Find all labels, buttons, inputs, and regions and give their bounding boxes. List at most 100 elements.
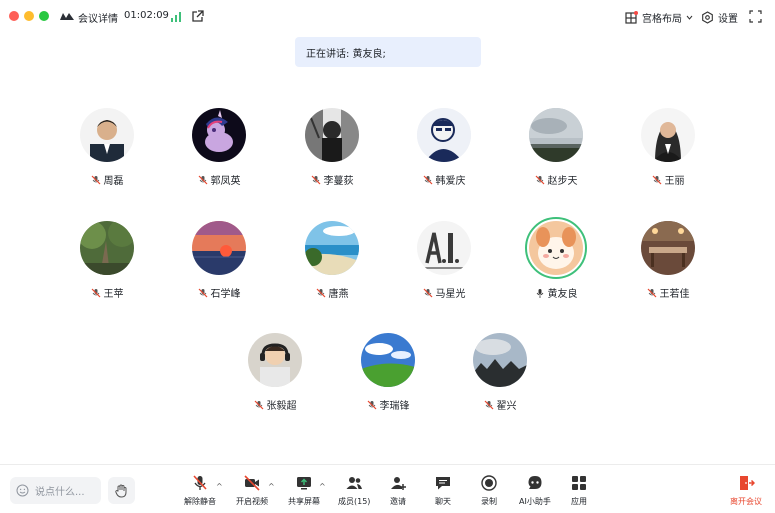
mic-muted-icon (652, 175, 661, 184)
ai-assistant-button[interactable]: AI小助手 (519, 474, 551, 510)
window-maximize-button[interactable] (39, 11, 49, 21)
record-button[interactable]: 录制 (480, 474, 498, 510)
window-minimize-button[interactable] (24, 11, 34, 21)
participant-name-row: 郭凤英 (169, 172, 269, 187)
leave-meeting-button[interactable]: 离开会议 (726, 474, 766, 507)
participant-tile[interactable]: 赵步天 (506, 108, 606, 198)
camera-off-icon (244, 475, 260, 491)
participant-name: 周磊 (103, 176, 124, 187)
grid-layout-button[interactable]: 宫格布局 (625, 9, 693, 25)
avatar (248, 333, 302, 387)
leave-door-icon (740, 476, 755, 490)
mic-muted-icon (316, 288, 325, 297)
avatar (192, 108, 246, 162)
participant-tile[interactable]: 李蔓荻 (282, 108, 382, 198)
network-signal-icon[interactable] (170, 10, 182, 22)
participant-tile[interactable]: 翟兴 (450, 333, 550, 423)
participant-tile[interactable]: 张毅超 (225, 333, 325, 423)
leave-meeting-label: 离开会议 (730, 497, 762, 506)
title-bar: 会议详情 01:02:09 宫格布局 设置 (0, 0, 775, 34)
participant-name-row: 唐燕 (282, 285, 382, 300)
participant-name-row: 马星光 (394, 285, 494, 300)
record-icon (481, 475, 497, 491)
participant-name: 张毅超 (266, 401, 297, 412)
participant-name-row: 周磊 (57, 172, 157, 187)
participant-tile[interactable]: 石学峰 (169, 221, 269, 311)
meeting-timer: 01:02:09 (124, 10, 169, 21)
participant-tile[interactable]: 王若佳 (618, 221, 718, 311)
avatar (80, 221, 134, 275)
mic-active-icon (536, 288, 543, 298)
participant-name-row: 王苹 (57, 285, 157, 300)
members-button[interactable]: 成员(15) (338, 474, 370, 510)
participant-tile[interactable]: 郭凤英 (169, 108, 269, 198)
emoji-icon[interactable] (16, 484, 29, 497)
participant-tile[interactable]: 周磊 (57, 108, 157, 198)
mic-muted-icon (311, 175, 320, 184)
meeting-toolbar: 说点什么... 解除静音 ^ 开启视频 ^ 共享屏幕 ^ 成员(15) 邀请 聊… (0, 464, 775, 513)
participant-name-row: 石学峰 (169, 285, 269, 300)
participant-tile[interactable]: 韩爱庆 (394, 108, 494, 198)
avatar (417, 108, 471, 162)
mic-muted-icon (198, 288, 207, 297)
active-speaker-banner: 正在讲话: 黄友良; (295, 37, 481, 67)
invite-user-icon (391, 477, 406, 490)
avatar (305, 108, 359, 162)
start-video-button[interactable]: 开启视频 (236, 474, 268, 510)
chat-label: 聊天 (435, 497, 451, 506)
settings-button[interactable]: 设置 (701, 9, 738, 25)
participant-name: 黄友良 (547, 289, 578, 300)
start-video-label: 开启视频 (236, 497, 268, 506)
participant-tile[interactable]: 唐燕 (282, 221, 382, 311)
participant-tile[interactable]: 王苹 (57, 221, 157, 311)
participant-name: 王丽 (664, 176, 685, 187)
video-options-caret[interactable]: ^ (268, 482, 275, 491)
chat-button[interactable]: 聊天 (434, 474, 452, 510)
fullscreen-icon[interactable] (749, 10, 762, 23)
participant-name-row: 李瑞锋 (338, 397, 438, 412)
avatar (80, 108, 134, 162)
invite-button[interactable]: 邀请 (389, 474, 407, 510)
raise-hand-button[interactable] (108, 477, 135, 504)
share-screen-button[interactable]: 共享屏幕 (288, 474, 320, 510)
apps-button[interactable]: 应用 (570, 474, 588, 510)
participant-tile-speaking[interactable]: 黄友良 (506, 217, 606, 311)
share-options-caret[interactable]: ^ (319, 482, 326, 491)
participant-name-row: 李蔓荻 (282, 172, 382, 187)
raise-hand-icon (115, 484, 127, 498)
participant-name: 王苹 (103, 289, 124, 300)
participant-tile[interactable]: 李瑞锋 (338, 333, 438, 423)
mic-muted-icon (254, 400, 263, 409)
participant-tile[interactable]: 王丽 (618, 108, 718, 198)
invite-label: 邀请 (390, 497, 406, 506)
avatar (529, 221, 583, 275)
avatar (473, 333, 527, 387)
mic-muted-icon (484, 400, 493, 409)
meeting-details-link[interactable]: 会议详情 (78, 10, 118, 25)
apps-label: 应用 (571, 497, 587, 506)
mic-muted-icon (647, 288, 656, 297)
chat-placeholder: 说点什么... (35, 487, 85, 498)
participant-name: 李蔓荻 (323, 176, 354, 187)
avatar (641, 108, 695, 162)
chevron-down-icon (686, 15, 693, 20)
avatar (641, 221, 695, 275)
participant-name: 唐燕 (328, 289, 349, 300)
meeting-window: 会议详情 01:02:09 宫格布局 设置 正在讲话: 黄友良; 周磊 郭凤英 … (0, 0, 775, 513)
record-label: 录制 (481, 497, 497, 506)
mic-muted-icon (91, 288, 100, 297)
participant-name-row: 韩爱庆 (394, 172, 494, 187)
participant-name: 郭凤英 (210, 176, 241, 187)
popout-window-icon[interactable] (191, 10, 204, 23)
quick-chat-input[interactable]: 说点什么... (10, 477, 101, 504)
window-close-button[interactable] (9, 11, 19, 21)
participant-name: 马星光 (435, 289, 466, 300)
mic-muted-icon (198, 175, 207, 184)
participant-name: 石学峰 (210, 289, 241, 300)
participant-tile[interactable]: 马星光 (394, 221, 494, 311)
unmute-button[interactable]: 解除静音 (184, 474, 216, 510)
mic-muted-icon (367, 400, 376, 409)
mic-muted-icon (423, 288, 432, 297)
audio-options-caret[interactable]: ^ (216, 482, 223, 491)
gear-icon (702, 10, 713, 24)
